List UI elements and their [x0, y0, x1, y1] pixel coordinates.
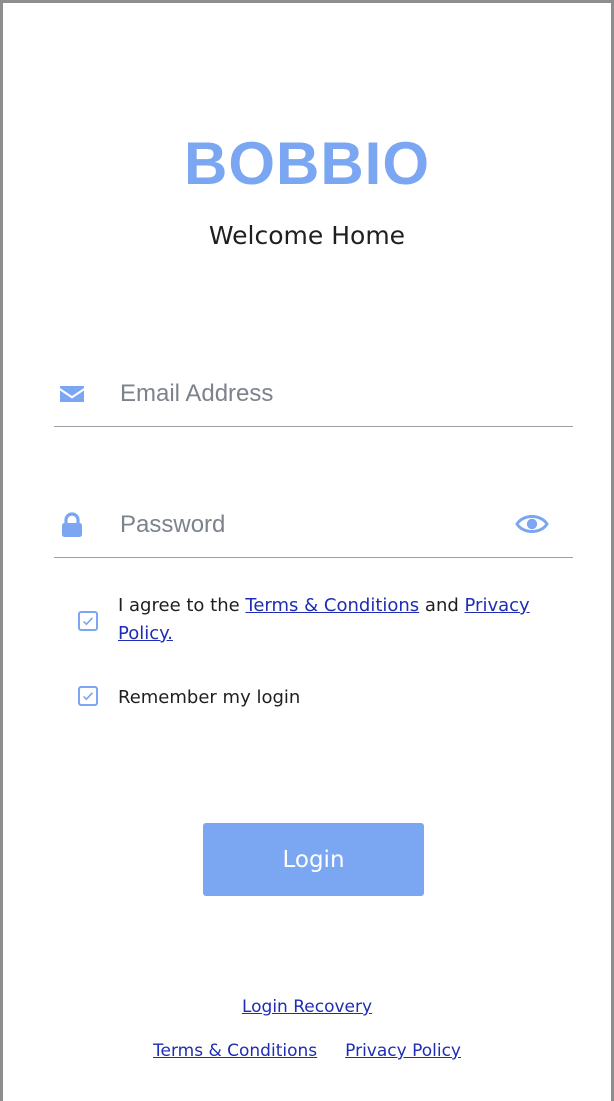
- lock-icon: [62, 512, 82, 537]
- password-field: [54, 497, 573, 558]
- login-recovery-link[interactable]: Login Recovery: [242, 997, 372, 1017]
- footer-terms-link[interactable]: Terms & Conditions: [153, 1041, 317, 1061]
- footer-links: Terms & Conditions Privacy Policy: [0, 1038, 614, 1064]
- terms-conditions-link[interactable]: Terms & Conditions: [245, 595, 419, 616]
- footer-recovery: Login Recovery: [0, 994, 614, 1020]
- agree-terms-conjunction: and: [419, 595, 465, 616]
- agree-terms-checkbox[interactable]: [78, 611, 98, 631]
- email-field: [54, 366, 573, 427]
- agree-terms-prefix: I agree to the: [118, 595, 246, 616]
- email-input[interactable]: [120, 372, 500, 416]
- eye-icon[interactable]: [515, 509, 549, 539]
- footer-privacy-link[interactable]: Privacy Policy: [345, 1041, 461, 1061]
- remember-me-checkbox[interactable]: [78, 686, 98, 706]
- welcome-tagline: Welcome Home: [208, 221, 406, 250]
- login-button[interactable]: Login: [203, 823, 424, 896]
- app-title: BOBBIO: [184, 130, 430, 197]
- envelope-icon: [60, 386, 84, 402]
- password-input[interactable]: [120, 503, 500, 547]
- remember-me-label: Remember my login: [118, 687, 301, 708]
- agree-terms-text: I agree to the Terms & Conditions and Pr…: [118, 592, 548, 648]
